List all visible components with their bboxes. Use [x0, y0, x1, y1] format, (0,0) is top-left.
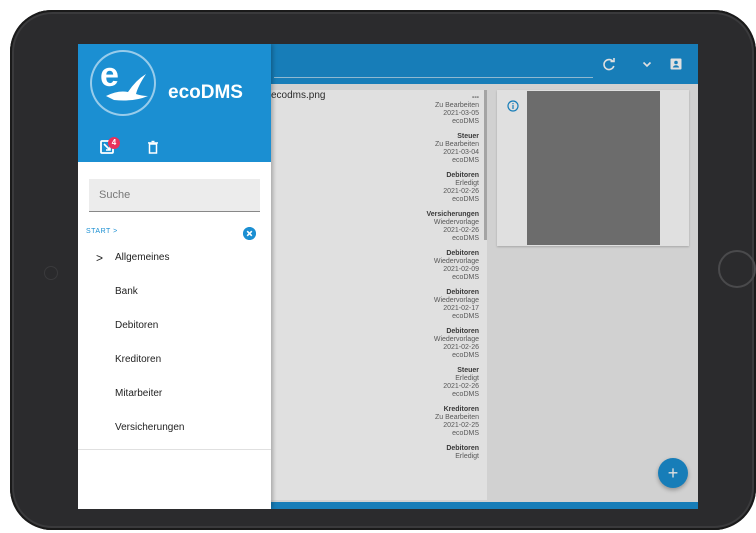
breadcrumb[interactable]: START > [86, 228, 118, 235]
drawer-divider [78, 449, 271, 450]
folder-nav-list: > Allgemeines Bank Debitoren Kreditoren … [78, 242, 271, 446]
nav-item-bank[interactable]: Bank [78, 276, 271, 310]
nav-item-versicherungen[interactable]: Versicherungen [78, 412, 271, 446]
navigation-drawer: e ecoDMS 4 START > > Allge [78, 44, 271, 509]
nav-item-label: Allgemeines [115, 252, 170, 263]
nav-item-label: Bank [115, 286, 138, 297]
trash-icon[interactable] [146, 140, 160, 154]
chevron-right-icon: > [96, 251, 104, 265]
nav-item-debitoren[interactable]: Debitoren [78, 310, 271, 344]
search-input[interactable] [89, 179, 260, 212]
tablet-home-button [718, 250, 756, 288]
nav-item-label: Kreditoren [115, 354, 162, 365]
nav-item-label: Versicherungen [115, 422, 185, 433]
app-screen: ecodms.png --- Zu Bearbeiten 2021-03-05 eco… [78, 44, 698, 509]
clear-filter-icon[interactable] [243, 227, 256, 240]
nav-item-label: Debitoren [115, 320, 159, 331]
nav-item-allgemeines[interactable]: > Allgemeines [78, 242, 271, 276]
nav-item-kreditoren[interactable]: Kreditoren [78, 344, 271, 378]
ecodms-logo: e [90, 50, 156, 116]
nav-item-mitarbeiter[interactable]: Mitarbeiter [78, 378, 271, 412]
inbox-count-badge: 4 [108, 137, 120, 149]
logo-letter: e [100, 56, 119, 94]
brand-name: ecoDMS [168, 82, 243, 103]
drawer-header: e ecoDMS 4 [78, 44, 271, 162]
tablet-camera [44, 266, 58, 280]
nav-item-label: Mitarbeiter [115, 388, 163, 399]
